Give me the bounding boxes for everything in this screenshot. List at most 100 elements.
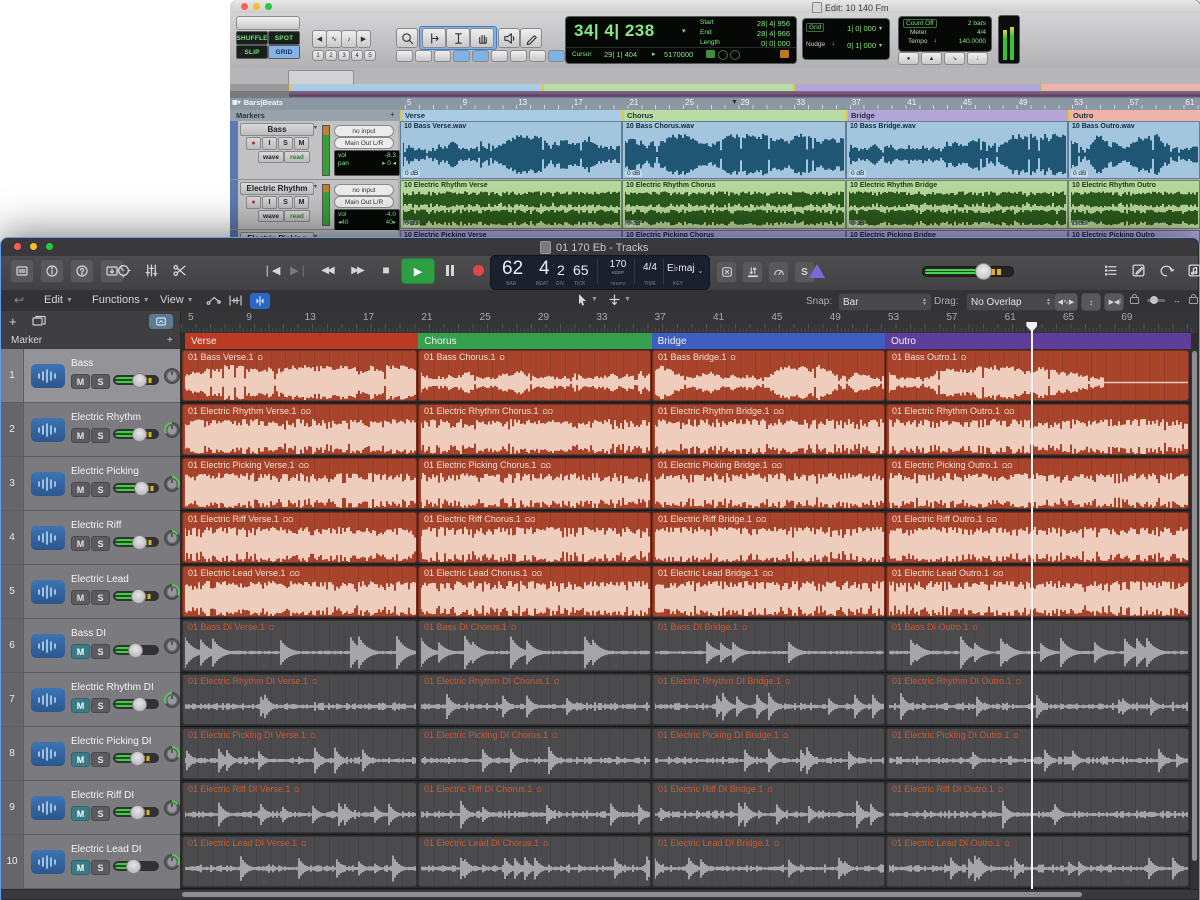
region-01-electric-lead-bridge-1[interactable]: 01 Electric Lead Bridge.1ΩΩ xyxy=(652,566,885,617)
mute-button[interactable]: M xyxy=(71,536,90,551)
region-01-electric-rhythm-chorus-1[interactable]: 01 Electric Rhythm Chorus.1ΩΩ xyxy=(418,404,651,455)
fader-knob[interactable] xyxy=(128,643,143,658)
catch-playhead-button[interactable] xyxy=(250,293,270,309)
region-01-electric-riff-chorus-1[interactable]: 01 Electric Riff Chorus.1ΩΩ xyxy=(418,512,651,563)
go-to-beginning-button[interactable]: ❘◀ xyxy=(258,258,285,282)
lcd-time-value[interactable]: 4/4 xyxy=(638,262,662,273)
solo-button[interactable]: S xyxy=(91,374,110,389)
play-button[interactable]: ▶ xyxy=(401,258,435,284)
region-01-electric-rhythm-di-chorus-1[interactable]: 01 Electric Rhythm DI Chorus.1Ω xyxy=(418,674,651,725)
region-01-electric-riff-di-verse-1[interactable]: 01 Electric Riff DI Verse.1Ω xyxy=(182,782,417,833)
volume-fader[interactable] xyxy=(113,753,159,763)
inspector-button[interactable] xyxy=(40,259,64,283)
fader-knob[interactable] xyxy=(130,751,145,766)
solo-button[interactable]: S xyxy=(91,536,110,551)
volume-fader[interactable] xyxy=(113,591,159,601)
mixer-button[interactable] xyxy=(140,259,162,281)
lcd-tick-value[interactable]: 65 xyxy=(573,262,589,278)
solo-button[interactable]: S xyxy=(91,752,110,767)
vertical-scrollbar-thumb[interactable] xyxy=(1192,351,1197,861)
lcd-div-value[interactable]: 2 xyxy=(557,262,565,278)
region-01-electric-riff-bridge-1[interactable]: 01 Electric Riff Bridge.1ΩΩ xyxy=(652,512,885,563)
region-01-electric-lead-chorus-1[interactable]: 01 Electric Lead Chorus.1ΩΩ xyxy=(418,566,651,617)
volume-knob[interactable] xyxy=(975,263,992,280)
track-header-electric-picking[interactable]: 3Electric PickingMS xyxy=(1,457,180,511)
mute-button[interactable]: M xyxy=(71,860,90,875)
vertical-scrollbar[interactable] xyxy=(1191,349,1199,889)
record-button[interactable] xyxy=(465,258,491,282)
region-01-electric-picking-di-bridge-1[interactable]: 01 Electric Picking DI Bridge.1Ω xyxy=(652,728,885,779)
fader-knob[interactable] xyxy=(132,697,147,712)
fader-knob[interactable] xyxy=(131,589,146,604)
region-01-electric-picking-di-verse-1[interactable]: 01 Electric Picking DI Verse.1Ω xyxy=(182,728,417,779)
region-01-bass-bridge-1[interactable]: 01 Bass Bridge.1Ω xyxy=(652,350,885,401)
region-01-electric-lead-di-chorus-1[interactable]: 01 Electric Lead DI Chorus.1Ω xyxy=(418,836,651,887)
lcd-tempo-mode[interactable]: KEEP xyxy=(605,270,631,275)
track-header-electric-lead[interactable]: 5Electric LeadMS xyxy=(1,565,180,619)
region-01-bass-di-chorus-1[interactable]: 01 Bass DI Chorus.1Ω xyxy=(418,620,651,671)
loop-browser-button[interactable] xyxy=(1156,259,1177,281)
region-01-electric-rhythm-verse-1[interactable]: 01 Electric Rhythm Verse.1ΩΩ xyxy=(182,404,417,455)
lcd-key-dropdown-icon[interactable]: ⌄ xyxy=(697,266,704,275)
forward-button[interactable]: ▶▶ xyxy=(343,258,371,282)
note-pads-button[interactable] xyxy=(1128,259,1149,281)
no-input-monitoring-button[interactable] xyxy=(716,261,737,283)
fader-knob[interactable] xyxy=(134,481,149,496)
mute-button[interactable]: M xyxy=(71,752,90,767)
region-01-electric-lead-di-bridge-1[interactable]: 01 Electric Lead DI Bridge.1Ω xyxy=(652,836,885,887)
volume-fader[interactable] xyxy=(113,537,159,547)
pan-knob[interactable] xyxy=(163,583,181,601)
region-01-electric-riff-di-bridge-1[interactable]: 01 Electric Riff DI Bridge.1Ω xyxy=(652,782,885,833)
back-icon[interactable]: ↩ xyxy=(14,293,24,307)
mute-button[interactable]: M xyxy=(71,374,90,389)
stop-button[interactable]: ■ xyxy=(373,258,399,282)
lcd-beat-value[interactable]: 4 xyxy=(539,258,550,280)
fader-knob[interactable] xyxy=(126,859,141,874)
snap-dropdown[interactable]: Bar▲▼ xyxy=(838,293,932,311)
region-01-electric-rhythm-bridge-1[interactable]: 01 Electric Rhythm Bridge.1ΩΩ xyxy=(652,404,885,455)
region-01-electric-picking-di-outro-1[interactable]: 01 Electric Picking DI Outro.1Ω xyxy=(886,728,1189,779)
region-01-electric-lead-di-verse-1[interactable]: 01 Electric Lead DI Verse.1Ω xyxy=(182,836,417,887)
pan-knob[interactable] xyxy=(163,799,181,817)
region-01-electric-lead-verse-1[interactable]: 01 Electric Lead Verse.1ΩΩ xyxy=(182,566,417,617)
mute-button[interactable]: M xyxy=(71,698,90,713)
region-01-bass-outro-1[interactable]: 01 Bass Outro.1Ω xyxy=(886,350,1189,401)
lcd-bar-value[interactable]: 62 xyxy=(502,258,523,280)
mute-button[interactable]: M xyxy=(71,428,90,443)
track-header-electric-lead-di[interactable]: 10Electric Lead DIMS xyxy=(1,835,180,889)
lcd-tempo-value[interactable]: 170 xyxy=(605,259,631,270)
solo-button[interactable]: S xyxy=(91,482,110,497)
region-01-bass-chorus-1[interactable]: 01 Bass Chorus.1Ω xyxy=(418,350,651,401)
pan-knob[interactable] xyxy=(163,853,181,871)
pan-knob[interactable] xyxy=(163,475,181,493)
lock-icon[interactable] xyxy=(1189,297,1198,304)
fader-knob[interactable] xyxy=(132,373,147,388)
view-menu[interactable]: View▼ xyxy=(160,294,194,306)
solo-button[interactable]: S xyxy=(91,698,110,713)
solo-button[interactable]: S xyxy=(91,428,110,443)
pan-knob[interactable] xyxy=(163,691,181,709)
playhead[interactable] xyxy=(1031,330,1033,889)
go-to-position-button[interactable]: ▶❘ xyxy=(287,258,311,282)
volume-fader[interactable] xyxy=(113,699,159,709)
help-button[interactable] xyxy=(70,259,94,283)
mute-button[interactable]: M xyxy=(71,590,90,605)
section-marker-chorus[interactable]: Chorus xyxy=(418,333,651,349)
pan-knob[interactable] xyxy=(163,367,181,385)
minimize-button[interactable] xyxy=(30,243,37,250)
region-01-bass-di-bridge-1[interactable]: 01 Bass DI Bridge.1Ω xyxy=(652,620,885,671)
fader-knob[interactable] xyxy=(132,535,147,550)
edit-menu[interactable]: Edit▼ xyxy=(44,294,73,306)
automation-button[interactable] xyxy=(206,294,221,312)
zoom-button[interactable] xyxy=(46,243,53,250)
media-browser-button[interactable] xyxy=(1184,259,1200,281)
region-01-electric-lead-outro-1[interactable]: 01 Electric Lead Outro.1ΩΩ xyxy=(886,566,1189,617)
master-output-button[interactable] xyxy=(806,261,828,281)
region-01-electric-rhythm-di-outro-1[interactable]: 01 Electric Rhythm DI Outro.1Ω xyxy=(886,674,1189,725)
horizontal-scrollbar[interactable] xyxy=(1,889,1198,899)
region-01-electric-picking-outro-1[interactable]: 01 Electric Picking Outro.1ΩΩ xyxy=(886,458,1189,509)
track-header-electric-riff[interactable]: 4Electric RiffMS xyxy=(1,511,180,565)
volume-fader[interactable] xyxy=(113,861,159,871)
region-01-electric-rhythm-di-verse-1[interactable]: 01 Electric Rhythm DI Verse.1Ω xyxy=(182,674,417,725)
solo-button[interactable]: S xyxy=(91,806,110,821)
